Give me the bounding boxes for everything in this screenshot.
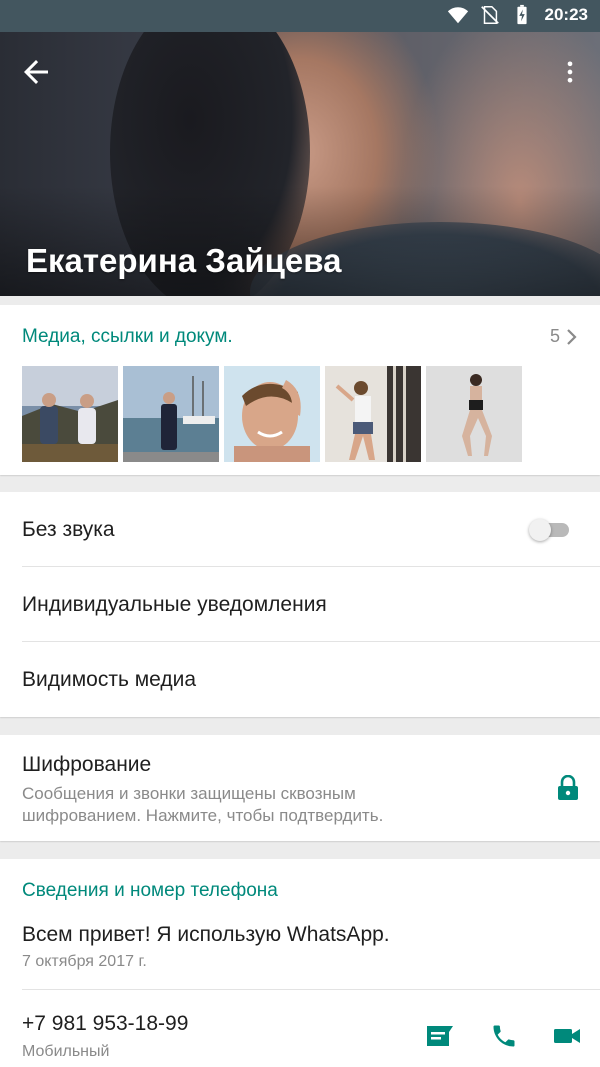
no-sim-icon bbox=[480, 6, 499, 24]
phone-type: Мобильный bbox=[22, 1043, 110, 1060]
profile-photo-header[interactable]: Екатерина Зайцева bbox=[0, 32, 600, 296]
toggle-knob bbox=[529, 519, 551, 541]
about-section-title: Сведения и номер телефона bbox=[22, 880, 278, 901]
media-thumbnail-1[interactable] bbox=[22, 366, 118, 462]
lock-icon bbox=[558, 775, 578, 800]
arrow-left-icon[interactable] bbox=[18, 54, 54, 90]
media-section: Медиа, ссылки и докум. 5 bbox=[0, 305, 600, 475]
media-section-title[interactable]: Медиа, ссылки и докум. bbox=[22, 326, 233, 348]
media-thumbnail-2[interactable] bbox=[123, 366, 219, 462]
more-vertical-icon[interactable] bbox=[556, 54, 584, 90]
divider bbox=[22, 989, 600, 990]
encryption-row[interactable]: Шифрование Сообщения и звонки защищены с… bbox=[0, 735, 600, 841]
about-status[interactable]: Всем привет! Я использую WhatsApp. bbox=[22, 923, 390, 947]
media-visibility-label: Видимость медиа bbox=[22, 668, 197, 691]
media-visibility-row[interactable]: Видимость медиа bbox=[0, 642, 600, 717]
clock: 20:23 bbox=[544, 5, 588, 24]
status-bar: 20:23 bbox=[0, 0, 600, 32]
custom-notifications-row[interactable]: Индивидуальные уведомления bbox=[0, 567, 600, 642]
encryption-description: Сообщения и звонки защищены сквозным шиф… bbox=[22, 784, 384, 825]
media-thumbnail-5[interactable] bbox=[426, 366, 522, 462]
mute-toggle[interactable] bbox=[529, 519, 569, 541]
phone-icon[interactable] bbox=[489, 1022, 519, 1050]
message-icon[interactable] bbox=[425, 1022, 455, 1050]
mute-row[interactable]: Без звука bbox=[0, 492, 600, 567]
phone-number[interactable]: +7 981 953-18-99 bbox=[22, 1012, 188, 1036]
custom-notifications-label: Индивидуальные уведомления bbox=[22, 593, 327, 616]
media-count-link[interactable]: 5 bbox=[550, 326, 578, 347]
media-thumbnails bbox=[22, 366, 522, 462]
chevron-right-icon bbox=[567, 328, 577, 345]
chat-settings-section: Без звука Индивидуальные уведомления Вид… bbox=[0, 492, 600, 717]
status-icons: 20:23 bbox=[447, 4, 588, 26]
about-date: 7 октября 2017 г. bbox=[22, 953, 147, 970]
media-thumbnail-4[interactable] bbox=[325, 366, 421, 462]
media-thumbnail-3[interactable] bbox=[224, 366, 320, 462]
contact-name: Екатерина Зайцева bbox=[26, 242, 342, 279]
media-count: 5 bbox=[549, 326, 560, 346]
mute-label: Без звука bbox=[22, 518, 115, 541]
encryption-title: Шифрование bbox=[22, 753, 152, 776]
battery-charging-icon bbox=[516, 4, 527, 25]
video-call-icon[interactable] bbox=[552, 1022, 582, 1050]
about-and-phone-section: Сведения и номер телефона Всем привет! Я… bbox=[0, 859, 600, 1067]
wifi-icon bbox=[447, 7, 468, 24]
